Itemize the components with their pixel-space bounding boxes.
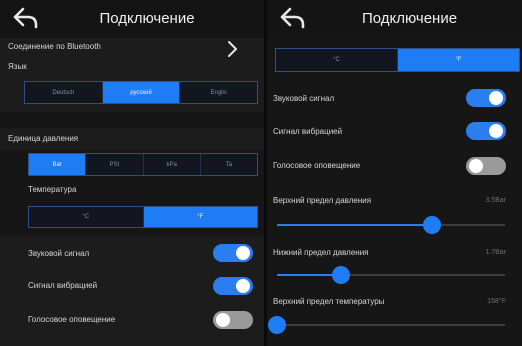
sound-toggle[interactable]: [213, 244, 253, 262]
language-option[interactable]: Deutsch: [25, 82, 103, 103]
temperature-option[interactable]: °F: [143, 207, 257, 227]
temperature-option[interactable]: °C: [29, 207, 144, 227]
vibration-label: Сигнал вибрацией: [28, 281, 98, 290]
language-row: Язык Deutsch русский Englis: [0, 62, 264, 112]
bluetooth-row[interactable]: Соединение по Bluetooth: [0, 38, 264, 62]
slider-thumb[interactable]: [331, 266, 350, 284]
sound-label: Звуковой сигнал: [273, 94, 335, 103]
sound-toggle[interactable]: [466, 89, 506, 107]
lower-pressure-slider[interactable]: [277, 266, 505, 284]
back-arrow-icon[interactable]: [279, 6, 307, 30]
sound-label: Звуковой сигнал: [28, 249, 90, 258]
toggle-knob: [236, 246, 250, 260]
language-selector[interactable]: Deutsch русский Englis: [24, 81, 258, 104]
pressure-unit-option[interactable]: Bar: [29, 154, 87, 175]
toggle-knob: [216, 313, 230, 327]
upper-pressure-slider[interactable]: [277, 216, 505, 234]
pressure-unit-selector[interactable]: Bar PSI kPa Ta: [28, 153, 258, 176]
back-arrow-icon[interactable]: [12, 6, 40, 30]
settings-screen-left: Подключение Соединение по Bluetooth Язык…: [0, 0, 264, 346]
language-label: Язык: [8, 62, 27, 71]
bluetooth-label: Соединение по Bluetooth: [8, 42, 101, 51]
chevron-right-icon: [228, 41, 237, 57]
upper-pressure-label: Верхний предел давления: [273, 196, 372, 205]
temperature-selector[interactable]: °C °F: [28, 206, 258, 228]
pressure-unit-option[interactable]: kPa: [144, 154, 201, 175]
vibration-label: Сигнал вибрацией: [273, 127, 343, 136]
voice-label: Голосовое оповещение: [28, 315, 116, 324]
slider-thumb[interactable]: [268, 316, 286, 334]
upper-temperature-slider[interactable]: [268, 316, 505, 334]
page-title: Подключение: [99, 10, 195, 27]
slider-thumb[interactable]: [423, 216, 442, 234]
upper-temperature-value: 158°F: [487, 298, 506, 305]
toggle-knob: [236, 279, 250, 293]
page-title: Подключение: [361, 10, 458, 27]
pressure-unit-label: Единица давления: [8, 134, 79, 143]
temperature-selector[interactable]: °C °F: [275, 48, 520, 72]
toggle-knob: [469, 159, 483, 173]
voice-label: Голосовое оповещение: [273, 161, 361, 170]
toggle-knob: [489, 124, 503, 138]
temperature-option[interactable]: °F: [398, 49, 519, 71]
upper-pressure-value: 3.5Bar: [485, 197, 506, 204]
pressure-unit-option[interactable]: Ta: [201, 154, 257, 175]
lower-pressure-value: 1.7Bar: [485, 249, 506, 256]
language-option[interactable]: русский: [102, 82, 181, 103]
lower-pressure-label: Нижний предел давления: [273, 248, 369, 257]
language-option[interactable]: Englis: [180, 82, 257, 103]
voice-toggle[interactable]: [466, 157, 506, 175]
header: Подключение: [0, 0, 264, 38]
upper-temperature-label: Верхний предел температуры: [273, 297, 385, 306]
pressure-unit-row: Единица давления: [0, 128, 264, 150]
temperature-option[interactable]: °C: [276, 49, 398, 71]
temperature-label: Температура: [28, 185, 77, 194]
header: Подключение: [267, 0, 522, 38]
toggle-knob: [489, 91, 503, 105]
vibration-toggle[interactable]: [466, 122, 506, 140]
pressure-unit-option[interactable]: PSI: [86, 154, 144, 175]
voice-toggle[interactable]: [213, 311, 253, 329]
settings-screen-right: Подключение °C °F Звуковой сигнал Сигнал …: [267, 0, 522, 346]
vibration-toggle[interactable]: [213, 277, 253, 295]
